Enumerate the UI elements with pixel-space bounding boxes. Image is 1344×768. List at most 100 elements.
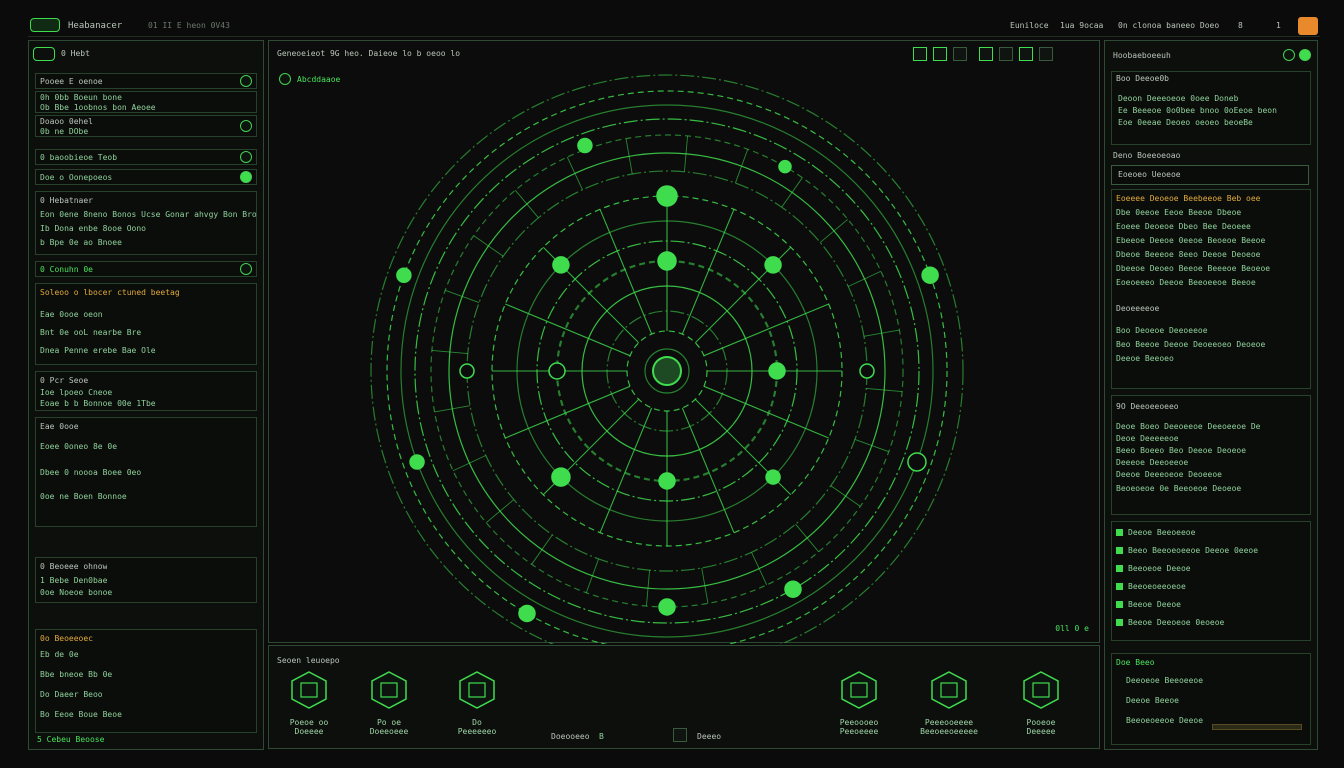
right-block-1: Boo Deeoe0b Deoon Deeeoeoe 0oee Doneb Ee… [1111,71,1311,145]
tick-line [830,485,861,507]
tools-panel: Seoen leuoepo Poeoe oo Doeeee Po oe Doeeo… [268,645,1100,749]
left-section-2-title: Doaoo 0ehel [40,117,93,126]
left-line: Eb de 0e [40,650,79,659]
tick-line [795,523,820,553]
info-icon[interactable] [1283,49,1295,61]
left-panel: 0 Hebt Pooee E oenoe 0h 0bb Boeun bone O… [28,40,264,750]
tick-line [531,534,553,565]
search-value: Eoeoeo Ueoeoe [1118,170,1181,179]
right-footer-item[interactable]: Beeoeoeeoe Deeoe [1126,716,1203,726]
right-highlight-title: Eoeeee Deoeoe Beebeeoe Beb oee [1116,194,1261,203]
left-section-1-title: Pooee E oenoe [40,77,103,86]
right-line: Beeo Boeeo Beo Deeoe Deoeoe [1116,446,1247,455]
search-input[interactable]: Eoeoeo Ueoeoe [1111,165,1309,185]
left-section-1-body: 0h 0bb Boeun bone Ob Bbe 1oobnos bon Aeo… [35,91,257,113]
left-line: Eoee 0oneo 8e 0e [40,442,118,451]
right-list-item[interactable]: Beeoeoeeoeoe [1128,582,1186,592]
expand-icon[interactable] [240,75,252,87]
menu-item-1[interactable]: Euniloce [1010,21,1049,31]
network-node [459,363,475,379]
right-block-2: Eoeeee Deoeoe Beebeeoe Beb oee Dbe 0eeoe… [1111,189,1311,389]
spoke-line [681,407,735,533]
tool-item[interactable]: Poeoe oo Doeeee [289,670,333,736]
right-footer-item[interactable]: Deeoe Beeoe [1126,696,1179,706]
right-footer-item[interactable]: Deeoeoe Beeoeeoe [1126,676,1203,686]
menu-item-3[interactable]: 0n clonoa baneeo Doeo [1118,21,1219,31]
network-node [552,256,570,274]
left-section-1[interactable]: Pooee E oenoe [35,73,257,89]
tick-line [781,177,803,208]
notification-icon[interactable] [1298,17,1318,35]
left-section-10-title: 0 Beoeee ohnow [40,562,108,571]
left-section-4-title: Doe o Oonepoeos [40,173,113,182]
network-node [658,598,676,616]
right-line: Dbeeoe Deoeo Beeoe Beeeoe Beoeoe [1116,264,1271,273]
network-node [551,467,571,487]
right-line: Deoe Deeeeeoe [1116,434,1179,443]
play-icon[interactable] [673,728,687,742]
spoke-line [505,385,631,439]
right-block-1-title: Boo Deeoe0b [1116,74,1169,83]
left-section-3[interactable]: 0 baoobieoe Teob [35,149,257,165]
left-section-9: Eae 0ooe Eoee 0oneo 8e 0e Dbee 0 noooa B… [35,417,257,527]
spoke-line [703,385,829,439]
core-node [652,356,682,386]
list-bullet-icon [1116,601,1123,608]
right-block-3: 9O Deeoeeoeeo Deoe Boeo Deeoeeoe Deeoeeo… [1111,395,1311,515]
tool-item[interactable]: Peeoooeo Peeoeeee [839,670,883,736]
app-title: Heabanacer [68,21,123,31]
menu-item-4[interactable]: 8 [1238,21,1243,31]
tool-item[interactable]: Pooeoe Deeeee [1021,670,1065,736]
tick-line [751,552,768,586]
toggle-icon[interactable] [240,171,252,183]
right-line: Beoeoeoe 0e Beeoeoe Deoeoe [1116,484,1242,493]
left-section-9-title: Eae 0ooe [40,422,79,431]
status-left: Doeooeeo [551,732,590,741]
left-line: 0b ne DObe [40,127,89,136]
right-line: Deeoe Deeeoeoe Deoeeoe [1116,470,1222,479]
tool-label: Peeeooeeee Beeoeeoeeeee [920,718,978,736]
network-node [396,267,412,283]
tool-item[interactable]: Do Peeeeeeo [457,670,501,736]
left-panel-title: 0 Hebt [61,49,90,58]
spoke-line [505,303,631,357]
left-section-10: 0 Beoeee ohnow 1 Bebe Den0bae 0oe Noeoe … [35,557,257,603]
left-section-2[interactable]: Doaoo 0ehel 0b ne DObe [35,115,257,137]
clock-icon[interactable] [240,263,252,275]
left-panel-footer[interactable]: 5 Cebeu Beoose [37,735,104,745]
left-section-6[interactable]: 0 Conuhn 0e [35,261,257,277]
pyramid-icon [289,670,329,710]
right-footer-block: Doe Beeo Deeoeoe Beeoeeoe Deeoe Beeoe Be… [1111,653,1311,745]
right-list-item[interactable]: Deeoe Beeoeeoe [1128,528,1195,538]
settings-icon[interactable] [240,120,252,132]
tool-label: Peeoooeo Peeoeeee [839,718,879,736]
left-line: 0h 0bb Boeun bone [40,93,122,102]
spoke-line [599,407,653,533]
notebook-icon [369,670,409,710]
tool-label: Pooeoe Deeeee [1026,718,1056,736]
status-count: B [599,732,604,741]
tick-line [445,289,480,304]
tick-line [485,499,515,524]
network-node [778,159,792,174]
network-node [658,472,676,490]
right-list-item[interactable]: Beeoeoe Deeoe [1128,564,1191,574]
menu-item-2[interactable]: 1ua 9ocaa [1060,21,1103,31]
tick-line [848,270,882,287]
menu-item-5[interactable]: 1 [1276,21,1281,31]
left-line: 1 Bebe Den0bae [40,576,108,585]
close-icon[interactable] [1299,49,1311,61]
right-line: Dbe 0eeoe Eeoe Beeoe Dbeoe [1116,208,1242,217]
left-line: Ib Dona enbe 8ooe Oono [40,224,146,233]
toggle-icon[interactable] [240,151,252,163]
right-list-item[interactable]: Beeoe Deeoe [1128,600,1181,610]
network-node [409,454,425,470]
tool-item[interactable]: Po oe Doeeoeee [369,670,413,736]
left-section-4[interactable]: Doe o Oonepoeos [35,169,257,185]
left-section-5: 0 Hebatnaer Eon 0ene 8neno Bonos Ucse Go… [35,191,257,255]
network-node [548,362,566,380]
radial-network-visualization[interactable] [269,41,1101,644]
tool-item[interactable]: Peeeooeeee Beeoeeoeeeee [920,670,978,736]
right-list-item[interactable]: Beeo Beeoeoeeoe Deeoe 0eeoe [1128,546,1258,556]
right-list-item[interactable]: Beeoe Deeoeoe 0eoeoe [1128,618,1224,628]
